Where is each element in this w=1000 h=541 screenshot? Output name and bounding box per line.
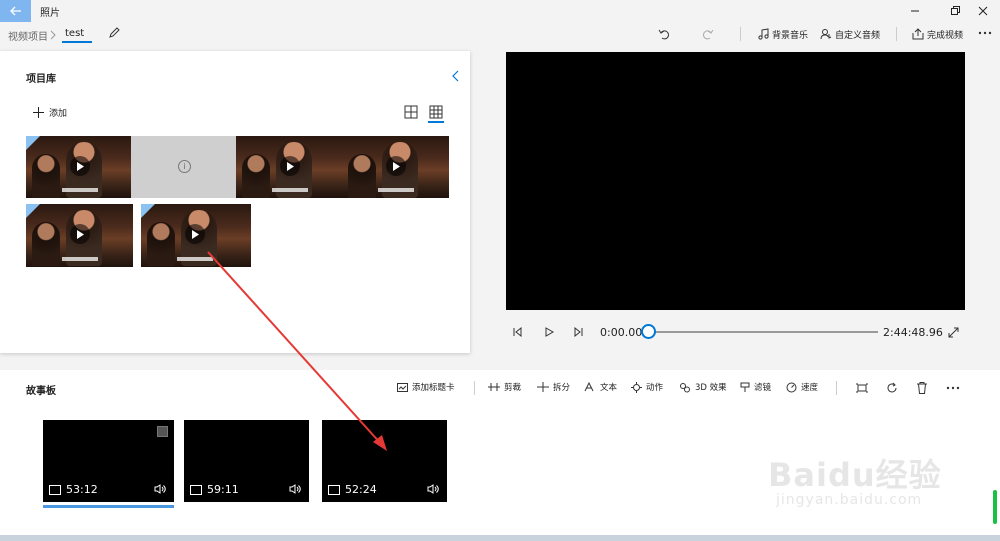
baidu-watermark: Baidu经验 jingyan.baidu.com bbox=[762, 438, 952, 518]
scroll-indicator[interactable] bbox=[993, 490, 997, 524]
taskbar-strip bbox=[0, 535, 1000, 541]
watermark-url: jingyan.baidu.com bbox=[776, 492, 923, 508]
watermark-brand: Baidu经验 bbox=[768, 456, 942, 494]
